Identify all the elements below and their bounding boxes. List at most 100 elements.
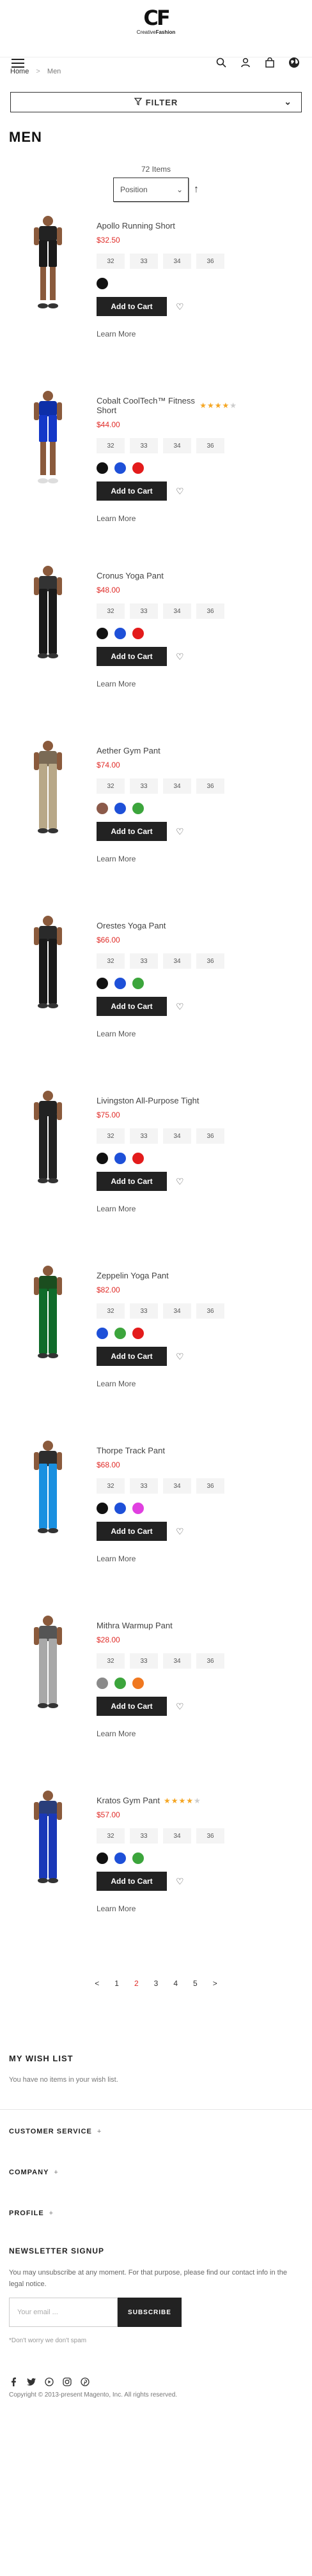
footer-profile[interactable]: PROFILE +	[9, 2192, 303, 2232]
size-option[interactable]: 32	[97, 1828, 125, 1844]
size-option[interactable]: 34	[163, 254, 191, 269]
color-swatch[interactable]	[97, 1503, 108, 1514]
size-option[interactable]: 36	[196, 1828, 224, 1844]
add-to-cart-button[interactable]: Add to Cart	[97, 1697, 167, 1716]
color-swatch[interactable]	[114, 628, 126, 639]
size-option[interactable]: 32	[97, 778, 125, 794]
size-option[interactable]: 33	[130, 254, 158, 269]
product-name[interactable]: Cobalt CoolTech™ Fitness Short	[97, 396, 196, 415]
size-option[interactable]: 34	[163, 603, 191, 619]
globe-icon[interactable]	[288, 56, 300, 69]
color-swatch[interactable]	[132, 1852, 144, 1864]
learn-more-link[interactable]: Learn More	[97, 1204, 136, 1213]
size-option[interactable]: 33	[130, 1653, 158, 1669]
add-to-cart-button[interactable]: Add to Cart	[97, 997, 167, 1016]
heart-icon[interactable]: ♡	[176, 1001, 184, 1012]
instagram-icon[interactable]	[63, 2377, 72, 2386]
size-option[interactable]: 32	[97, 254, 125, 269]
size-option[interactable]: 36	[196, 1128, 224, 1144]
account-icon[interactable]	[239, 56, 252, 69]
subscribe-button[interactable]: SUBSCRIBE	[118, 2298, 182, 2327]
product-image[interactable]	[19, 1789, 77, 1885]
color-swatch[interactable]	[132, 978, 144, 989]
product-image[interactable]	[19, 1439, 77, 1535]
add-to-cart-button[interactable]: Add to Cart	[97, 822, 167, 841]
product-name[interactable]: Zeppelin Yoga Pant	[97, 1271, 169, 1280]
size-option[interactable]: 33	[130, 1128, 158, 1144]
heart-icon[interactable]: ♡	[176, 1526, 184, 1537]
pagination-prev[interactable]: <	[95, 1979, 99, 1988]
add-to-cart-button[interactable]: Add to Cart	[97, 1347, 167, 1366]
color-swatch[interactable]	[132, 628, 144, 639]
size-option[interactable]: 32	[97, 438, 125, 453]
size-option[interactable]: 36	[196, 778, 224, 794]
product-name[interactable]: Mithra Warmup Pant	[97, 1621, 173, 1630]
heart-icon[interactable]: ♡	[176, 1176, 184, 1187]
heart-icon[interactable]: ♡	[176, 826, 184, 837]
product-name[interactable]: Cronus Yoga Pant	[97, 571, 164, 580]
color-swatch[interactable]	[114, 1153, 126, 1164]
color-swatch[interactable]	[132, 803, 144, 814]
product-image[interactable]	[19, 1089, 77, 1185]
color-swatch[interactable]	[97, 462, 108, 474]
learn-more-link[interactable]: Learn More	[97, 1904, 136, 1913]
color-swatch[interactable]	[97, 803, 108, 814]
pagination-page[interactable]: 5	[193, 1979, 198, 1988]
footer-customer-service[interactable]: CUSTOMER SERVICE +	[9, 2110, 303, 2151]
size-option[interactable]: 36	[196, 1478, 224, 1494]
size-option[interactable]: 33	[130, 1478, 158, 1494]
size-option[interactable]: 32	[97, 1128, 125, 1144]
size-option[interactable]: 36	[196, 603, 224, 619]
learn-more-link[interactable]: Learn More	[97, 1029, 136, 1038]
size-option[interactable]: 33	[130, 603, 158, 619]
product-name[interactable]: Orestes Yoga Pant	[97, 921, 166, 930]
color-swatch[interactable]	[97, 1328, 108, 1339]
footer-company[interactable]: COMPANY +	[9, 2151, 303, 2192]
add-to-cart-button[interactable]: Add to Cart	[97, 481, 167, 501]
color-swatch[interactable]	[132, 462, 144, 474]
add-to-cart-button[interactable]: Add to Cart	[97, 1872, 167, 1891]
menu-icon[interactable]	[12, 59, 24, 68]
product-image[interactable]	[19, 1264, 77, 1360]
color-swatch[interactable]	[132, 1153, 144, 1164]
add-to-cart-button[interactable]: Add to Cart	[97, 1522, 167, 1541]
add-to-cart-button[interactable]: Add to Cart	[97, 297, 167, 316]
size-option[interactable]: 36	[196, 1653, 224, 1669]
size-option[interactable]: 32	[97, 603, 125, 619]
size-option[interactable]: 36	[196, 1303, 224, 1319]
pagination-page[interactable]: 1	[114, 1979, 119, 1988]
filter-button[interactable]: FILTER ⌄	[10, 92, 302, 112]
heart-icon[interactable]: ♡	[176, 651, 184, 662]
size-option[interactable]: 34	[163, 1128, 191, 1144]
learn-more-link[interactable]: Learn More	[97, 679, 136, 688]
color-swatch[interactable]	[132, 1503, 144, 1514]
heart-icon[interactable]: ♡	[176, 301, 184, 312]
product-name[interactable]: Kratos Gym Pant	[97, 1796, 160, 1805]
size-option[interactable]: 33	[130, 1303, 158, 1319]
search-icon[interactable]	[215, 56, 228, 69]
color-swatch[interactable]	[114, 978, 126, 989]
youtube-icon[interactable]	[45, 2377, 54, 2386]
size-option[interactable]: 34	[163, 438, 191, 453]
color-swatch[interactable]	[97, 1153, 108, 1164]
size-option[interactable]: 33	[130, 1828, 158, 1844]
heart-icon[interactable]: ♡	[176, 486, 184, 497]
size-option[interactable]: 32	[97, 1478, 125, 1494]
color-swatch[interactable]	[132, 1328, 144, 1339]
sort-select[interactable]: Position ⌄	[113, 178, 189, 202]
product-name[interactable]: Apollo Running Short	[97, 221, 175, 231]
facebook-icon[interactable]	[9, 2377, 18, 2386]
pagination-page[interactable]: 2	[134, 1979, 139, 1988]
heart-icon[interactable]: ♡	[176, 1876, 184, 1887]
product-name[interactable]: Thorpe Track Pant	[97, 1446, 165, 1455]
size-option[interactable]: 36	[196, 438, 224, 453]
pinterest-icon[interactable]	[81, 2377, 90, 2386]
pagination-page[interactable]: 3	[154, 1979, 159, 1988]
color-swatch[interactable]	[97, 978, 108, 989]
product-image[interactable]	[19, 390, 77, 485]
breadcrumb-home[interactable]: Home	[10, 68, 29, 75]
color-swatch[interactable]	[97, 628, 108, 639]
color-swatch[interactable]	[114, 803, 126, 814]
product-image[interactable]	[19, 1614, 77, 1710]
add-to-cart-button[interactable]: Add to Cart	[97, 1172, 167, 1191]
